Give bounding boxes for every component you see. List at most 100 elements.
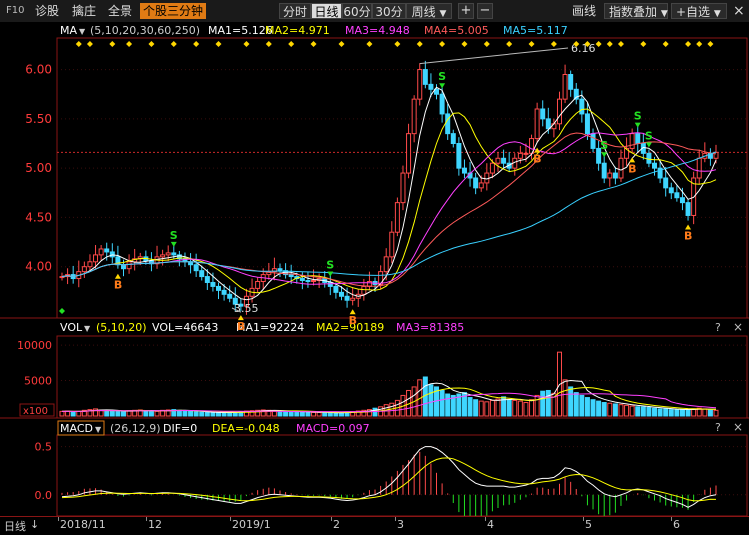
volume-bar xyxy=(188,410,194,417)
candle-body xyxy=(210,281,216,287)
volume-bar xyxy=(702,408,708,417)
volume-bar xyxy=(668,409,674,417)
candle-body xyxy=(635,133,641,144)
volume-bar xyxy=(679,409,685,417)
buy-signal: B xyxy=(237,320,245,333)
draw-line-button[interactable]: 画线 xyxy=(568,3,600,19)
candle-body xyxy=(478,182,484,189)
volume-tick-label: 5000 xyxy=(24,375,52,388)
period-30min[interactable]: 30分 xyxy=(372,3,406,19)
volume-bar xyxy=(640,406,646,417)
period-daily[interactable]: 日线 xyxy=(311,3,342,19)
volume-legend: VOL ▼ (5,10,20) VOL=46643 MA1=92224 MA2=… xyxy=(60,321,464,334)
ma-indicator-name[interactable]: MA xyxy=(60,24,77,37)
candle-body xyxy=(601,162,607,179)
volume-bar xyxy=(545,389,551,417)
volume-bar xyxy=(120,411,126,417)
volume-bar xyxy=(428,384,434,417)
volume-bar xyxy=(104,410,110,417)
candle-body xyxy=(495,157,501,164)
candle-body xyxy=(422,69,428,85)
chevron-down-icon[interactable]: ▼ xyxy=(84,324,91,333)
volume-bar xyxy=(657,408,663,417)
f10-button[interactable]: F10 xyxy=(3,3,27,19)
sell-signal: S xyxy=(645,129,653,142)
candle-body xyxy=(540,108,546,120)
nav-overview[interactable]: 全景 xyxy=(105,3,135,19)
vol-indicator-name[interactable]: VOL xyxy=(60,321,83,334)
volume-bar xyxy=(478,400,484,417)
candle-body xyxy=(383,256,389,273)
candle-body xyxy=(311,280,317,283)
macd-close-icon[interactable]: × xyxy=(733,420,743,434)
index-overlay-label: 指数叠加 xyxy=(609,5,658,19)
x-axis-tick xyxy=(58,517,59,521)
volume-bar xyxy=(109,410,115,417)
chevron-down-icon[interactable]: ▼ xyxy=(79,27,86,36)
period-label[interactable]: 日线 xyxy=(4,518,26,534)
period-intraday[interactable]: 分时 xyxy=(279,3,311,19)
close-icon[interactable]: × xyxy=(729,3,749,19)
candle-body xyxy=(579,98,585,115)
x-axis-tick xyxy=(671,517,672,521)
nav-diagnose[interactable]: 诊股 xyxy=(32,3,62,19)
macd-params: (26,12,9) xyxy=(110,422,161,435)
arrow-down-icon[interactable]: ↓ xyxy=(30,518,39,531)
vol-params: (5,10,20) xyxy=(96,321,147,334)
candle-body xyxy=(545,118,551,130)
candle-body xyxy=(299,278,305,282)
macd-value: MACD=0.097 xyxy=(296,422,370,435)
period-weekly[interactable]: 周线 ▼ xyxy=(406,3,452,19)
volume-bar xyxy=(70,411,76,417)
vol-help-icon[interactable]: ? xyxy=(715,321,721,334)
vol-close-icon[interactable]: × xyxy=(733,320,743,334)
volume-bar xyxy=(534,394,540,417)
candle-body xyxy=(216,285,222,291)
sell-signal: S xyxy=(600,139,608,152)
volume-bar xyxy=(216,412,222,417)
candle-body xyxy=(81,266,87,273)
nav-three-minutes[interactable]: 个股三分钟 xyxy=(140,3,207,19)
candle-body xyxy=(361,285,367,295)
chevron-down-icon[interactable]: ▼ xyxy=(95,425,102,434)
ma2-value: MA2=4.971 xyxy=(265,24,330,37)
add-watchlist-dropdown[interactable]: +自选 ▼ xyxy=(671,3,727,19)
sell-signal: S xyxy=(438,70,446,83)
volume-bar xyxy=(517,400,523,417)
buy-signal: B xyxy=(684,229,692,242)
nav-dealer[interactable]: 擒庄 xyxy=(69,3,99,19)
volume-bar xyxy=(305,411,311,417)
period-60min[interactable]: 60分 xyxy=(342,3,372,19)
candle-body xyxy=(277,268,283,272)
candle-body xyxy=(473,177,479,189)
zoom-in-button[interactable]: + xyxy=(458,3,474,19)
zoom-out-button[interactable]: − xyxy=(477,3,493,19)
period-weekly-label: 周线 xyxy=(411,5,436,19)
volume-bar xyxy=(59,410,65,417)
candle-body xyxy=(584,113,590,135)
index-overlay-dropdown[interactable]: 指数叠加 ▼ xyxy=(604,3,668,19)
ma3-value: MA3=4.948 xyxy=(345,24,410,37)
volume-bar xyxy=(663,408,669,417)
volume-bar xyxy=(590,399,596,417)
candle-body xyxy=(607,172,613,179)
macd-help-icon[interactable]: ? xyxy=(715,421,721,434)
buy-signal: B xyxy=(349,314,357,327)
candle-body xyxy=(668,187,674,194)
volume-bar xyxy=(624,404,630,417)
candle-body xyxy=(227,293,233,299)
volume-bar xyxy=(713,409,719,417)
candle-body xyxy=(417,69,423,100)
buy-signal: B xyxy=(533,153,541,166)
volume-bar xyxy=(372,407,378,417)
volume-bar xyxy=(562,379,568,417)
volume-bar xyxy=(540,390,546,417)
volume-unit: x100 xyxy=(23,406,48,417)
volume-bar xyxy=(199,411,205,417)
price-tick-label: 4.00 xyxy=(25,260,52,274)
kline-chart[interactable]: 6.00 5.50 5.00 4.50 4.00 10000 5000 0.5 0.0 MA ▼… xyxy=(0,22,749,516)
candle-body xyxy=(445,113,451,135)
candle-body xyxy=(338,291,344,297)
volume-bar xyxy=(76,410,82,417)
chevron-down-icon: ▼ xyxy=(660,9,668,19)
